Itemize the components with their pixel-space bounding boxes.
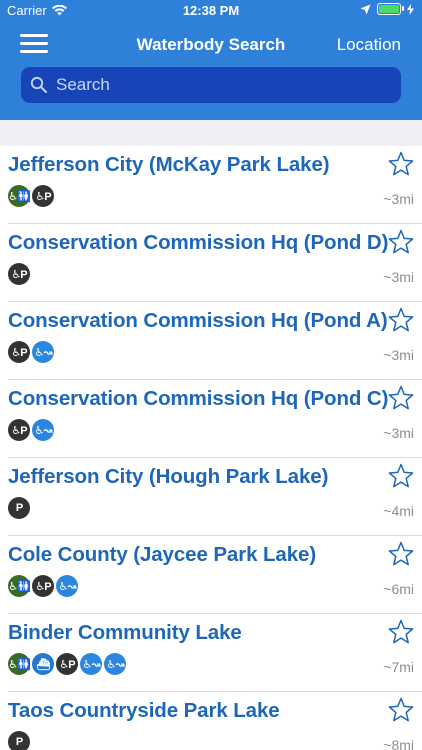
app: Carrier 12:38 PM Waterbody Search Locati… (0, 0, 422, 750)
parking-accessible-icon: ♿P (8, 341, 30, 363)
fishing-accessible-icon: ♿↝ (32, 419, 54, 441)
distance-label: ~3mi (383, 269, 414, 285)
amenity-icons: ♿🚻 ♿P ♿↝ (8, 575, 78, 597)
restroom-accessible-icon: ♿🚻 (8, 575, 31, 597)
fishing-accessible-icon: ♿↝ (56, 575, 78, 597)
boat-ramp-icon: ⛴ (32, 653, 54, 675)
list-item[interactable]: Jefferson City (Hough Park Lake) P ~4mi (8, 458, 422, 536)
parking-accessible-icon: ♿P (8, 263, 30, 285)
distance-label: ~3mi (383, 347, 414, 363)
amenity-icons: ♿P ♿↝ (8, 419, 54, 441)
parking-icon: P (8, 731, 30, 750)
waterbody-list: Jefferson City (McKay Park Lake) ♿🚻 ♿P ~3mi… (0, 146, 422, 750)
list-item[interactable]: Conservation Commission Hq (Pond C) ♿P ♿↝ ~… (8, 380, 422, 458)
status-time: 12:38 PM (182, 3, 240, 18)
status-bar: Carrier 12:38 PM (0, 0, 422, 22)
parking-icon: P (8, 497, 30, 519)
distance-label: ~6mi (383, 581, 414, 597)
restroom-accessible-icon: ♿🚻 (8, 185, 31, 207)
waterbody-name: Binder Community Lake (8, 621, 242, 644)
waterbody-name: Conservation Commission Hq (Pond A) (8, 309, 388, 332)
search-input[interactable] (54, 74, 388, 96)
location-button[interactable]: Location (337, 35, 401, 55)
list-header-gap (0, 120, 422, 146)
distance-label: ~3mi (383, 191, 414, 207)
list-item[interactable]: Conservation Commission Hq (Pond A) ♿P ♿↝ ~… (8, 302, 422, 380)
favorite-star-icon[interactable] (388, 619, 414, 645)
parking-accessible-icon: ♿P (32, 185, 54, 207)
amenity-icons: P (8, 731, 30, 750)
location-arrow-icon (360, 4, 371, 14)
waterbody-name: Jefferson City (McKay Park Lake) (8, 153, 330, 176)
nav-bar: Waterbody Search Location (0, 22, 422, 120)
favorite-star-icon[interactable] (388, 697, 414, 723)
favorite-star-icon[interactable] (388, 385, 414, 411)
battery-level (379, 5, 399, 13)
favorite-star-icon[interactable] (388, 541, 414, 567)
waterbody-name: Taos Countryside Park Lake (8, 699, 280, 722)
waterbody-name: Conservation Commission Hq (Pond C) (8, 387, 389, 410)
amenity-icons: ♿🚻 ⛴ ♿P ♿↝ ♿↝ (8, 653, 126, 675)
list-item[interactable]: Binder Community Lake ♿🚻 ⛴ ♿P ♿↝ ♿↝ ~7mi (8, 614, 422, 692)
search-icon (30, 76, 47, 93)
parking-accessible-icon: ♿P (32, 575, 54, 597)
amenity-icons: ♿P ♿↝ (8, 341, 54, 363)
waterbody-name: Jefferson City (Hough Park Lake) (8, 465, 329, 488)
list-item[interactable]: Taos Countryside Park Lake P ~8mi (8, 692, 422, 750)
distance-label: ~7mi (383, 659, 414, 675)
favorite-star-icon[interactable] (388, 307, 414, 333)
distance-label: ~4mi (383, 503, 414, 519)
list-item[interactable]: Jefferson City (McKay Park Lake) ♿🚻 ♿P ~3mi (8, 146, 422, 224)
amenity-icons: P (8, 497, 30, 519)
status-right (360, 3, 414, 15)
search-bar[interactable] (21, 67, 401, 103)
list-item[interactable]: Cole County (Jaycee Park Lake) ♿🚻 ♿P ♿↝ ~6mi (8, 536, 422, 614)
favorite-star-icon[interactable] (388, 229, 414, 255)
fishing-accessible-icon: ♿↝ (32, 341, 54, 363)
waterbody-name: Cole County (Jaycee Park Lake) (8, 543, 317, 566)
distance-label: ~8mi (383, 737, 414, 750)
favorite-star-icon[interactable] (388, 151, 414, 177)
restroom-accessible-icon: ♿🚻 (8, 653, 31, 675)
waterbody-name: Conservation Commission Hq (Pond D) (8, 231, 389, 254)
fishing-accessible-icon: ♿↝ (80, 653, 102, 675)
fishing-accessible-icon: ♿↝ (104, 653, 126, 675)
parking-accessible-icon: ♿P (8, 419, 30, 441)
parking-accessible-icon: ♿P (56, 653, 78, 675)
battery-icon (377, 3, 404, 15)
amenity-icons: ♿🚻 ♿P (8, 185, 54, 207)
distance-label: ~3mi (383, 425, 414, 441)
list-item[interactable]: Conservation Commission Hq (Pond D) ♿P ~3m… (8, 224, 422, 302)
charging-icon (407, 3, 414, 15)
favorite-star-icon[interactable] (388, 463, 414, 489)
amenity-icons: ♿P (8, 263, 30, 285)
